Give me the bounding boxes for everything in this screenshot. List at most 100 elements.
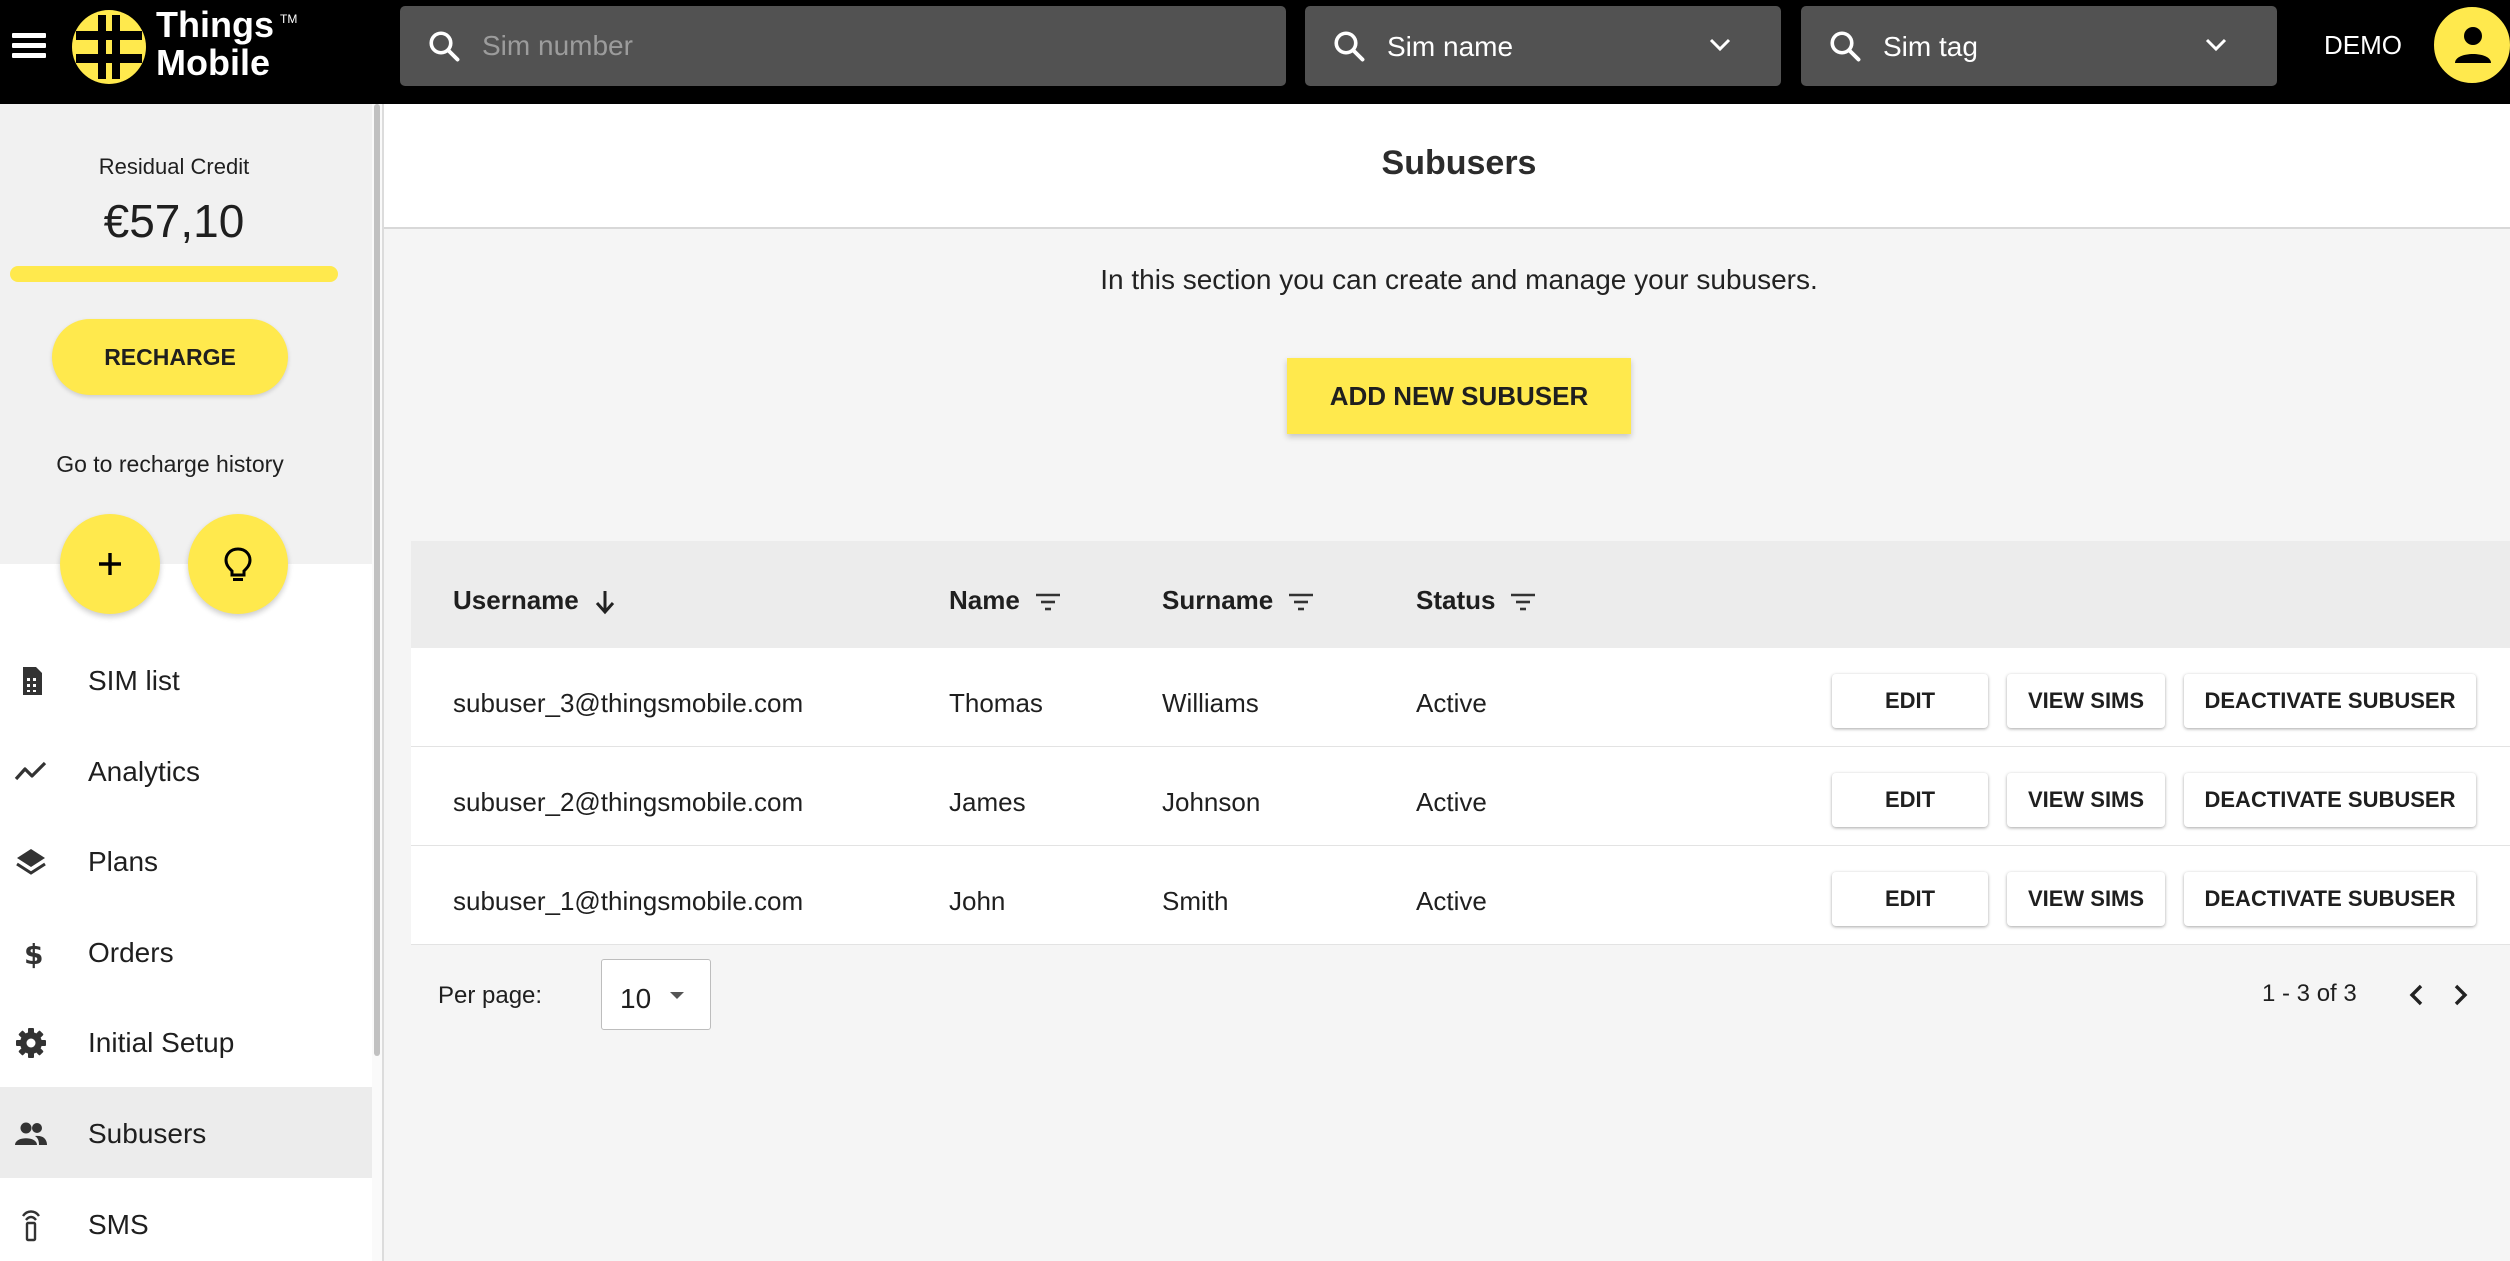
top-bar: Things Mobile TM Sim name Sim tag DEMO <box>0 0 2510 104</box>
sidebar-item-sim-list[interactable]: SIM list <box>0 634 372 725</box>
page-header: Subusers <box>384 104 2510 229</box>
cell-status: Active <box>1416 688 1487 718</box>
people-icon <box>15 1122 47 1145</box>
column-header-surname[interactable]: Surname <box>1162 585 1315 616</box>
table-row: subuser_3@thingsmobile.com Thomas Willia… <box>411 648 2510 747</box>
table-row: subuser_2@thingsmobile.com James Johnson… <box>411 747 2510 846</box>
residual-credit-value: €57,10 <box>103 195 245 247</box>
column-header-name[interactable]: Name <box>949 585 1062 616</box>
search-icon <box>429 31 460 62</box>
sim-number-search[interactable] <box>400 6 1286 86</box>
view-sims-button[interactable]: VIEW SIMS <box>2007 773 2165 827</box>
filter-icon <box>1289 593 1314 611</box>
arrow-down-icon <box>595 591 614 615</box>
layers-icon <box>16 849 46 875</box>
dollar-icon: $ <box>24 938 43 970</box>
caret-down-icon <box>670 992 684 999</box>
svg-text:$: $ <box>24 938 43 970</box>
cell-username: subuser_1@thingsmobile.com <box>453 886 804 916</box>
sidebar-item-label: Initial Setup <box>88 1027 235 1059</box>
sim-number-input[interactable] <box>482 24 1242 68</box>
sidebar-item-sms[interactable]: SMS <box>0 1178 372 1261</box>
sidebar-item-label: SMS <box>88 1208 149 1240</box>
cell-surname: Williams <box>1162 688 1259 718</box>
recharge-history-link[interactable]: Go to recharge history <box>0 451 340 478</box>
deactivate-subuser-button[interactable]: DEACTIVATE SUBUSER <box>2184 773 2476 827</box>
sidebar-nav: SIM list Analytics Plans $ Orders Initia… <box>0 634 372 1261</box>
account-avatar[interactable] <box>2430 3 2510 87</box>
recharge-button[interactable]: RECHARGE <box>52 319 288 395</box>
search-icon <box>1334 31 1365 62</box>
cell-name: Thomas <box>949 688 1043 718</box>
cell-surname: Johnson <box>1162 787 1261 817</box>
gear-icon <box>16 1028 46 1059</box>
cell-name: John <box>949 886 1006 916</box>
per-page-label: Per page: <box>438 982 543 1009</box>
cell-surname: Smith <box>1162 886 1229 916</box>
chevron-left-icon[interactable] <box>2402 980 2432 1010</box>
logo-wordmark: Things Mobile <box>156 4 274 83</box>
sidebar-item-label: Orders <box>88 936 174 968</box>
sidebar-item-initial-setup[interactable]: Initial Setup <box>0 996 372 1087</box>
filter-icon <box>1035 593 1060 611</box>
credit-progress-fill <box>10 266 338 282</box>
edit-button[interactable]: EDIT <box>1832 872 1988 926</box>
section-description: In this section you can create and manag… <box>1100 264 1818 295</box>
sim-name-filter[interactable]: Sim name <box>1305 6 1781 86</box>
cell-status: Active <box>1416 886 1487 916</box>
table-header: Username Name Surname Status <box>411 541 2510 648</box>
things-mobile-logo[interactable]: Things Mobile TM <box>70 6 320 86</box>
subusers-table: Username Name Surname Status subuser_3@t… <box>411 541 2510 945</box>
cell-name: James <box>949 787 1026 817</box>
sidebar-scrollbar[interactable] <box>372 104 382 1261</box>
account-circle-icon <box>2455 27 2491 63</box>
sidebar: Residual Credit €57,10 RECHARGE Go to re… <box>0 104 372 1261</box>
sim-name-label: Sim name <box>1387 31 1514 62</box>
pagination: Per page: 10 1 - 3 of 3 <box>411 946 2510 1036</box>
view-sims-button[interactable]: VIEW SIMS <box>2007 674 2165 728</box>
sidebar-item-plans[interactable]: Plans <box>0 815 372 906</box>
pagination-range: 1 - 3 of 3 <box>2262 980 2357 1007</box>
sidebar-item-label: Plans <box>88 846 159 878</box>
column-header-username[interactable]: Username <box>453 585 617 616</box>
add-new-subuser-button[interactable]: ADD NEW SUBUSER <box>1287 358 1631 434</box>
chevron-down-icon[interactable] <box>2205 38 2227 52</box>
cell-username: subuser_2@thingsmobile.com <box>453 787 804 817</box>
logo-trademark: TM <box>280 12 298 26</box>
deactivate-subuser-button[interactable]: DEACTIVATE SUBUSER <box>2184 674 2476 728</box>
chevron-right-icon[interactable] <box>2445 980 2475 1010</box>
credit-panel: Residual Credit €57,10 RECHARGE Go to re… <box>0 104 372 614</box>
account-label[interactable]: DEMO <box>2324 30 2402 61</box>
credit-progress-bar <box>10 266 338 282</box>
per-page-select[interactable]: 10 <box>601 959 711 1030</box>
lightbulb-icon <box>224 547 252 581</box>
deactivate-subuser-button[interactable]: DEACTIVATE SUBUSER <box>2184 872 2476 926</box>
trending-line-icon <box>14 761 47 780</box>
view-sims-button[interactable]: VIEW SIMS <box>2007 872 2165 926</box>
sidebar-item-orders[interactable]: $ Orders <box>0 906 372 997</box>
hamburger-menu-icon[interactable] <box>10 27 48 65</box>
sidebar-item-subusers[interactable]: Subusers <box>0 1086 372 1178</box>
logo-mark-icon <box>72 10 146 84</box>
add-fab-button[interactable] <box>60 514 160 614</box>
filter-icon <box>1511 593 1536 611</box>
sidebar-item-analytics[interactable]: Analytics <box>0 725 372 816</box>
page-title: Subusers <box>1381 144 1537 182</box>
sidebar-scrollbar-thumb[interactable] <box>374 104 380 1056</box>
sidebar-item-label: Analytics <box>88 755 201 787</box>
plus-icon <box>99 553 121 575</box>
chevron-down-icon[interactable] <box>1709 38 1731 52</box>
sms-tower-icon <box>22 1209 40 1241</box>
column-header-status[interactable]: Status <box>1416 585 1537 616</box>
edit-button[interactable]: EDIT <box>1832 773 1988 827</box>
sim-tag-filter[interactable]: Sim tag <box>1801 6 2277 86</box>
cell-status: Active <box>1416 787 1487 817</box>
sidebar-item-label: Subusers <box>88 1117 207 1149</box>
table-row: subuser_1@thingsmobile.com John Smith Ac… <box>411 846 2510 945</box>
tips-fab-button[interactable] <box>188 514 288 614</box>
edit-button[interactable]: EDIT <box>1832 674 1988 728</box>
search-icon <box>1830 31 1861 62</box>
per-page-value: 10 <box>620 983 652 1014</box>
sim-card-icon <box>23 667 42 695</box>
cell-username: subuser_3@thingsmobile.com <box>453 688 804 718</box>
